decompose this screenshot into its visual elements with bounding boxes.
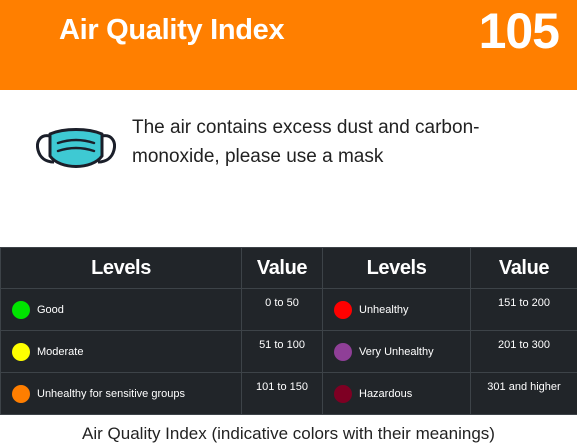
level-label: Moderate <box>37 345 84 358</box>
level-label: Unhealthy for sensitive groups <box>37 387 185 400</box>
level-cell-very-unhealthy: Very Unhealthy <box>322 330 471 373</box>
red-dot-icon <box>334 300 352 319</box>
level-cell-moderate: Moderate <box>0 330 242 373</box>
purple-dot-icon <box>334 342 352 361</box>
aqi-value: 105 <box>478 3 560 59</box>
level-cell-hazardous: Hazardous <box>322 372 471 415</box>
orange-dot-icon <box>12 384 30 403</box>
level-cell-unhealthy-sensitive: Unhealthy for sensitive groups <box>0 372 242 415</box>
page-title: Air Quality Index <box>59 14 285 46</box>
maroon-dot-icon <box>334 384 352 403</box>
column-header-value: Value <box>470 247 577 289</box>
value-cell: 201 to 300 <box>470 330 577 373</box>
advice-panel: The air contains excess dust and carbon-… <box>0 90 577 247</box>
advice-message: The air contains excess dust and carbon-… <box>132 117 480 167</box>
face-mask-icon <box>36 128 116 168</box>
column-header-value: Value <box>241 247 323 289</box>
level-label: Hazardous <box>359 387 413 400</box>
table-row: Good 0 to 50 Unhealthy 151 to 200 <box>0 288 577 331</box>
value-cell: 301 and higher <box>470 372 577 415</box>
value-cell: 101 to 150 <box>241 372 323 415</box>
column-header-levels: Levels <box>0 247 242 289</box>
level-cell-unhealthy: Unhealthy <box>322 288 471 331</box>
value-cell: 51 to 100 <box>241 330 323 373</box>
level-label: Unhealthy <box>359 303 409 316</box>
table-caption: Air Quality Index (indicative colors wit… <box>82 424 495 443</box>
level-label: Very Unhealthy <box>359 345 434 358</box>
aqi-levels-table: Levels Value Levels Value Good 0 to 50 U… <box>0 247 577 415</box>
aqi-header: Air Quality Index 105 <box>0 0 577 90</box>
green-dot-icon <box>12 300 30 319</box>
table-header-row: Levels Value Levels Value <box>0 247 577 289</box>
level-cell-good: Good <box>0 288 242 331</box>
table-row: Unhealthy for sensitive groups 101 to 15… <box>0 372 577 415</box>
yellow-dot-icon <box>12 342 30 361</box>
level-label: Good <box>37 303 64 316</box>
value-cell: 151 to 200 <box>470 288 577 331</box>
column-header-levels: Levels <box>322 247 471 289</box>
table-row: Moderate 51 to 100 Very Unhealthy 201 to… <box>0 330 577 373</box>
value-cell: 0 to 50 <box>241 288 323 331</box>
